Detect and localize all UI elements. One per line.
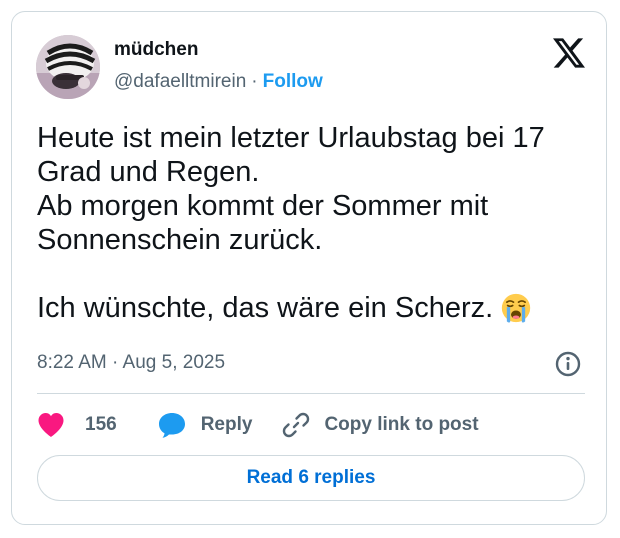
read-replies-button[interactable]: Read 6 replies [37, 455, 585, 501]
heart-icon [38, 413, 64, 437]
copy-link-button[interactable]: Copy link to post [282, 411, 479, 439]
follow-button[interactable]: Follow [263, 71, 323, 92]
divider [37, 393, 585, 394]
author-handle-row: @dafaelltmirein · Follow [114, 70, 323, 94]
read-replies-label: Read 6 replies [246, 467, 376, 488]
post-timestamp[interactable]: 8:22 AM · Aug 5, 2025 [37, 351, 225, 375]
author-display-name[interactable]: müdchen [114, 38, 198, 62]
info-icon[interactable] [555, 351, 581, 377]
reply-bubble-icon [158, 413, 185, 438]
author-handle[interactable]: @dafaelltmirein [114, 71, 246, 92]
like-button[interactable]: 156 [37, 412, 117, 438]
link-icon [283, 412, 310, 438]
profile-photo [36, 35, 100, 99]
like-count: 156 [85, 414, 117, 435]
embedded-post-card: müdchen @dafaelltmirein · Follow Heute ist… [11, 11, 607, 525]
post-text: Heute ist mein letzter Urlaubstag bei 17… [37, 121, 587, 325]
separator-dot: · [251, 71, 258, 92]
post-text-body: Heute ist mein letzter Urlaubstag bei 17… [37, 122, 545, 324]
loudly-crying-face-icon [502, 293, 531, 323]
x-logo-icon[interactable] [553, 38, 585, 68]
post-actions: 156 Reply Copy link to post [37, 409, 479, 441]
reply-label: Reply [200, 414, 253, 435]
reply-button[interactable]: Reply [158, 412, 253, 438]
avatar[interactable] [36, 35, 100, 99]
copy-link-label: Copy link to post [324, 414, 479, 435]
